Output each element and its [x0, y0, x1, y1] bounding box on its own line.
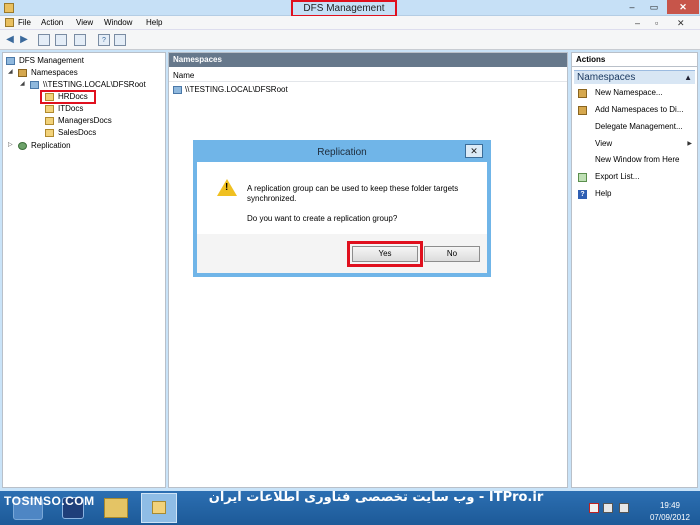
action-center-flag-icon[interactable] — [589, 503, 599, 513]
help-icon[interactable]: ? — [98, 34, 110, 46]
action-new-namespace[interactable]: New Namespace... — [578, 87, 696, 99]
export-list-icon — [578, 173, 587, 182]
tree-label: \\TESTING.LOCAL\DFSRoot — [43, 80, 146, 89]
action-delegate-management[interactable]: Delegate Management... — [578, 121, 696, 133]
child-restore-button[interactable]: ▫ — [655, 17, 658, 29]
tree-item-replication[interactable]: ▷ Replication — [6, 140, 156, 151]
minimize-button[interactable]: – — [624, 0, 640, 14]
list-item-label: \\TESTING.LOCAL\DFSRoot — [185, 85, 288, 94]
dfs-management-icon — [6, 57, 15, 65]
window-titlebar: DFS Management – ▭ ✕ — [0, 0, 700, 17]
dfs-management-taskbar-button[interactable] — [141, 493, 177, 523]
up-folder-icon[interactable] — [38, 34, 50, 46]
dialog-message: A replication group can be used to keep … — [247, 184, 459, 203]
maximize-button[interactable]: ▭ — [646, 0, 662, 14]
submenu-arrow-icon: ▶ — [687, 141, 692, 147]
clock-date[interactable]: 07/09/2012 — [645, 513, 695, 522]
action-label: Export List... — [595, 172, 640, 181]
action-label: Help — [595, 189, 612, 198]
watermark-tosinso: TOSINSO.COM — [4, 494, 95, 508]
column-divider — [169, 81, 567, 82]
warning-mark: ! — [225, 182, 229, 193]
folder-icon — [45, 105, 54, 113]
volume-icon[interactable] — [619, 503, 629, 513]
action-new-window[interactable]: New Window from Here — [578, 154, 696, 166]
action-help[interactable]: ? Help — [578, 188, 696, 200]
tree-item-salesdocs[interactable]: SalesDocs — [6, 127, 156, 138]
no-button[interactable]: No — [424, 246, 480, 262]
taskbar: TOSINSO.COM ITPro.ir - وب سایت تخصصی فنا… — [0, 490, 700, 525]
add-namespace-icon — [578, 106, 587, 115]
folder-icon — [45, 117, 54, 125]
dialog-question: Do you want to create a replication grou… — [247, 214, 398, 223]
hrdocs-highlight-box — [40, 90, 96, 104]
folder-icon — [45, 129, 54, 137]
replication-dialog: Replication ✕ ! A replication group can … — [193, 140, 491, 277]
action-label: Add Namespaces to Di... — [595, 105, 684, 114]
action-export-list[interactable]: Export List... — [578, 171, 696, 183]
tree-item-namespace-root[interactable]: ◢ \\TESTING.LOCAL\DFSRoot — [6, 79, 166, 90]
action-view[interactable]: View ▶ — [578, 138, 696, 150]
name-column-header[interactable]: Name — [173, 71, 194, 80]
show-hide-tree-icon[interactable] — [55, 34, 67, 46]
replication-icon — [18, 142, 27, 150]
window-title: DFS Management — [291, 0, 397, 17]
show-action-pane-icon[interactable] — [114, 34, 126, 46]
dialog-title: Replication — [197, 144, 487, 162]
help-icon: ? — [578, 190, 587, 199]
tree-item-dfs-management[interactable]: DFS Management — [6, 55, 156, 66]
tree-label: Replication — [31, 141, 71, 150]
tree-label: ITDocs — [58, 104, 84, 113]
collapse-section-icon[interactable]: ▲ — [684, 71, 692, 84]
action-label: View — [595, 139, 613, 148]
yes-button[interactable]: Yes — [352, 246, 418, 262]
watermark-itpro: ITPro.ir - وب سایت تخصصی فناوری اطلاعات … — [208, 490, 544, 505]
menu-view[interactable]: View — [76, 17, 93, 29]
export-list-icon[interactable] — [74, 34, 86, 46]
action-label: New Window from Here — [595, 155, 680, 164]
namespace-server-icon — [173, 86, 182, 94]
console-tree: DFS Management ◢ Namespaces ◢ \\TESTING.… — [2, 52, 166, 488]
action-label: New Namespace... — [595, 88, 663, 97]
toolbar: ◀ ▶ ? — [0, 30, 700, 50]
actions-section-namespaces[interactable]: Namespaces ▲ — [574, 70, 695, 84]
network-icon[interactable] — [603, 503, 613, 513]
dialog-body: ! A replication group can be used to kee… — [197, 162, 487, 234]
tree-item-itdocs[interactable]: ITDocs — [6, 103, 156, 114]
actions-section-label: Namespaces — [577, 72, 636, 83]
file-explorer-taskbar-button[interactable] — [104, 498, 128, 518]
tree-label: DFS Management — [19, 56, 84, 65]
action-add-namespaces[interactable]: Add Namespaces to Di... — [578, 104, 696, 116]
tree-label: Namespaces — [31, 68, 78, 77]
actions-pane: Actions Namespaces ▲ New Namespace... Ad… — [571, 52, 698, 488]
actions-pane-header: Actions — [572, 53, 697, 67]
menu-window[interactable]: Window — [104, 17, 132, 29]
mmc-icon[interactable] — [5, 18, 14, 27]
results-pane-header: Namespaces — [169, 53, 567, 67]
namespace-server-icon — [30, 81, 39, 89]
close-button[interactable]: ✕ — [667, 0, 699, 14]
namespaces-icon — [18, 69, 27, 77]
back-arrow-icon[interactable]: ◀ — [4, 34, 16, 46]
tree-label: ManagersDocs — [58, 116, 112, 125]
clock-time[interactable]: 19:49 — [648, 501, 692, 510]
tree-label: SalesDocs — [58, 128, 97, 137]
new-namespace-icon — [578, 89, 587, 98]
menu-file[interactable]: File — [18, 17, 31, 29]
expand-arrow-icon[interactable]: ◢ — [8, 67, 13, 78]
child-close-button[interactable]: ✕ — [677, 17, 685, 29]
child-minimize-button[interactable]: – — [635, 17, 640, 29]
forward-arrow-icon[interactable]: ▶ — [18, 34, 30, 46]
dialog-close-button[interactable]: ✕ — [465, 144, 483, 158]
collapse-arrow-icon[interactable]: ▷ — [8, 140, 13, 151]
tree-item-namespaces[interactable]: ◢ Namespaces — [6, 67, 156, 78]
action-label: Delegate Management... — [595, 122, 683, 131]
menu-help[interactable]: Help — [146, 17, 162, 29]
menu-action[interactable]: Action — [41, 17, 63, 29]
menu-bar: File Action View Window Help – ▫ ✕ — [0, 16, 700, 30]
app-icon[interactable] — [4, 3, 14, 13]
expand-arrow-icon[interactable]: ◢ — [20, 79, 25, 90]
dfs-management-icon — [152, 501, 166, 514]
tree-item-managersdocs[interactable]: ManagersDocs — [6, 115, 156, 126]
